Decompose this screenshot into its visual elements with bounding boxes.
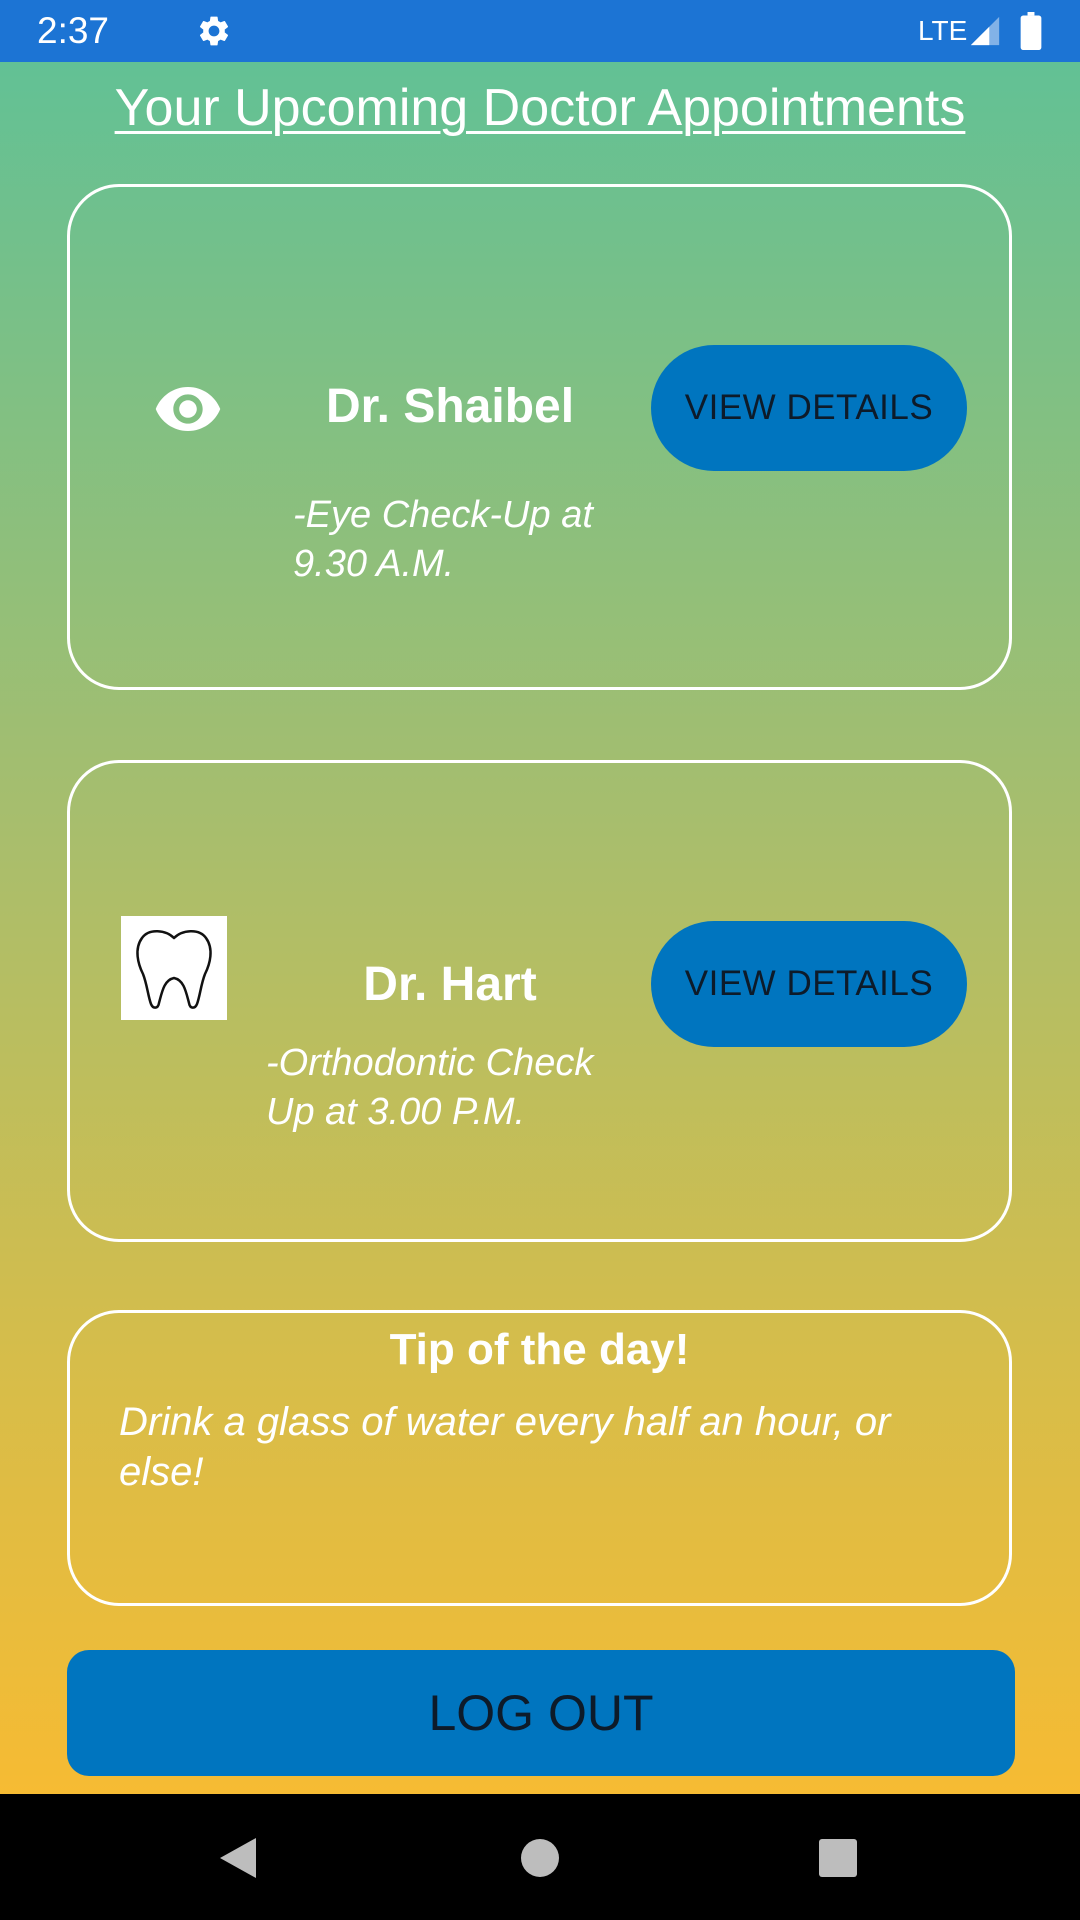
- appointment-description: -Orthodontic Check Up at 3.00 P.M.: [266, 1042, 594, 1133]
- appointment-card: Dr. Shaibel -Eye Check-Up at 9.30 A.M. V…: [67, 184, 1012, 690]
- logout-button[interactable]: LOG OUT: [67, 1650, 1015, 1776]
- doctor-name: Dr. Hart: [363, 958, 537, 1011]
- status-bar: 2:37 LTE: [0, 0, 1080, 62]
- gear-icon: [199, 16, 229, 46]
- tooth-icon: [121, 916, 227, 1020]
- recents-icon[interactable]: [818, 1838, 858, 1878]
- eye-icon: [155, 387, 221, 431]
- status-time: 2:37: [37, 10, 110, 51]
- tip-title: Tip of the day!: [389, 1325, 690, 1374]
- home-icon[interactable]: [520, 1838, 560, 1878]
- main-content: Your Upcoming Doctor Appointments Dr. Sh…: [0, 62, 1080, 1794]
- battery-icon: [1020, 12, 1042, 50]
- view-details-button[interactable]: VIEW DETAILS: [651, 345, 967, 471]
- signal-icon: [970, 16, 1000, 46]
- page-title: Your Upcoming Doctor Appointments: [114, 79, 966, 137]
- tip-text: Drink a glass of water every half an hou…: [119, 1400, 891, 1494]
- network-type: LTE: [918, 15, 968, 46]
- tip-card: Tip of the day! Drink a glass of water e…: [67, 1310, 1012, 1606]
- appointment-description: -Eye Check-Up at 9.30 A.M.: [293, 494, 593, 585]
- view-details-button[interactable]: VIEW DETAILS: [651, 921, 967, 1047]
- navigation-bar: [0, 1794, 1080, 1920]
- appointment-card: Dr. Hart -Orthodontic Check Up at 3.00 P…: [67, 760, 1012, 1242]
- back-icon[interactable]: [218, 1836, 258, 1880]
- doctor-name: Dr. Shaibel: [325, 380, 575, 433]
- screen: 2:37 LTE Your Upcoming Doctor Appointmen…: [0, 0, 1080, 1920]
